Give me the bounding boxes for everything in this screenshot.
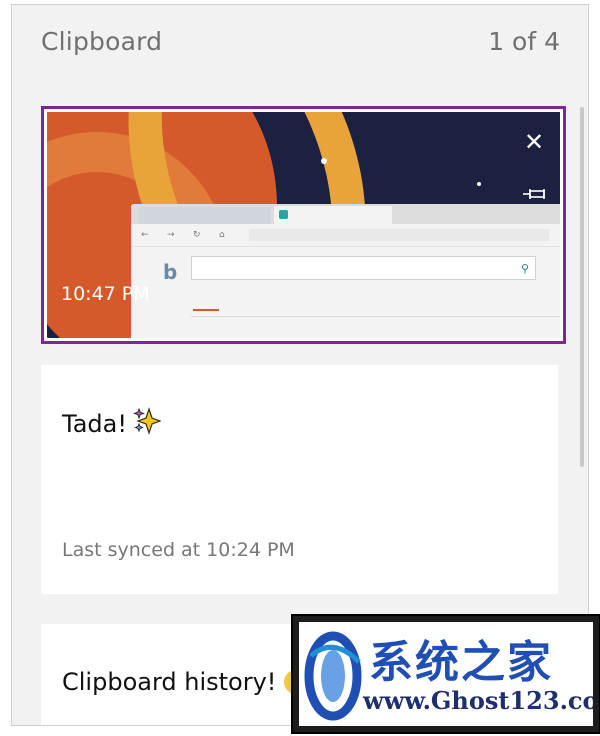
browser-tab-active xyxy=(274,206,392,224)
watermark-url: www.Ghost123.com xyxy=(363,686,593,715)
watermark: 系统之家 www.Ghost123.com xyxy=(291,614,600,734)
browser-tab-strip xyxy=(131,204,560,224)
sparkles-icon xyxy=(133,407,162,441)
watermark-chinese-text: 系统之家 xyxy=(369,637,553,688)
scrollbar[interactable] xyxy=(580,107,584,467)
sync-status: Last synced at 10:24 PM xyxy=(62,539,295,561)
clipboard-item-content: Tada! xyxy=(62,407,162,441)
browser-tab xyxy=(139,207,271,224)
wallpaper-star xyxy=(321,158,327,164)
refresh-icon: ↻ xyxy=(193,230,201,240)
item-timestamp: 10:47 PM xyxy=(61,283,150,305)
clipboard-text: Tada! xyxy=(62,410,127,438)
clipboard-item-content: Clipboard history! xyxy=(62,668,303,696)
close-icon[interactable]: ✕ xyxy=(522,130,546,154)
bing-logo-icon: b xyxy=(163,260,178,284)
clipboard-text: Clipboard history! xyxy=(62,668,277,696)
pin-icon[interactable] xyxy=(522,186,548,202)
tab-underline xyxy=(193,309,219,311)
browser-toolbar: ← → ↻ ⌂ xyxy=(131,224,560,247)
forward-arrow-icon: → xyxy=(167,230,175,240)
watermark-logo-icon xyxy=(304,631,362,721)
panel-title: Clipboard xyxy=(41,27,163,56)
home-icon: ⌂ xyxy=(219,230,225,240)
browser-window-thumbnail: ← → ↻ ⌂ b ⚲ xyxy=(131,204,560,338)
wallpaper-star xyxy=(477,182,481,186)
back-arrow-icon: ← xyxy=(141,230,149,240)
screenshot-thumbnail: ← → ↻ ⌂ b ⚲ 10:47 PM ✕ xyxy=(47,112,560,338)
clipboard-item-text[interactable]: Tada! Last synced at 10:24 PM xyxy=(41,365,558,594)
divider xyxy=(191,316,560,317)
search-box: ⚲ xyxy=(191,256,536,280)
search-icon: ⚲ xyxy=(520,262,529,275)
item-counter: 1 of 4 xyxy=(488,27,560,56)
clipboard-item-image[interactable]: ← → ↻ ⌂ b ⚲ 10:47 PM ✕ xyxy=(41,106,566,344)
watermark-inner: 系统之家 www.Ghost123.com xyxy=(299,622,593,726)
address-bar xyxy=(249,229,549,241)
bing-favicon-icon xyxy=(279,210,288,219)
